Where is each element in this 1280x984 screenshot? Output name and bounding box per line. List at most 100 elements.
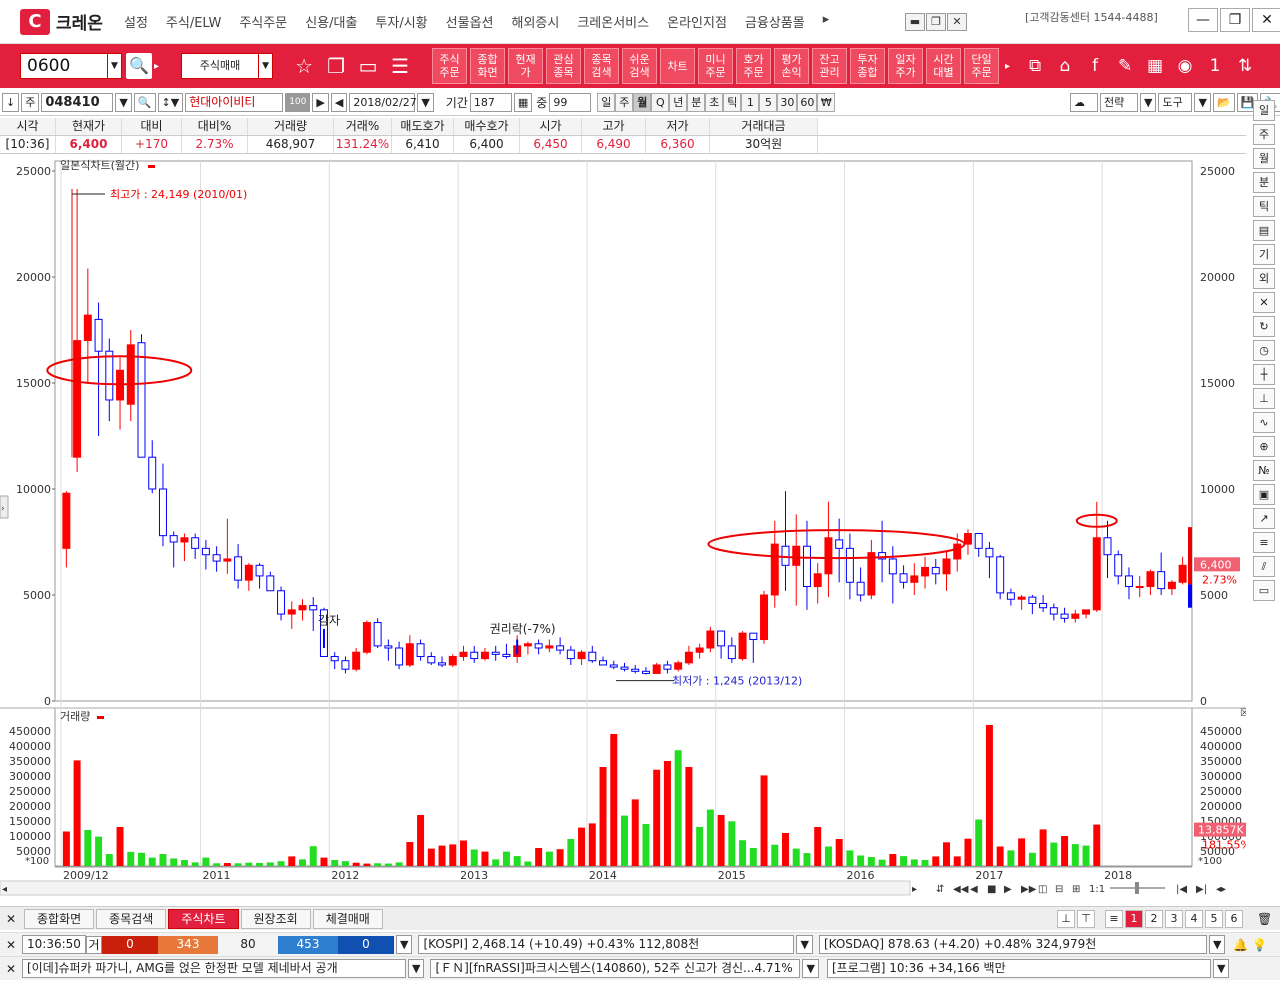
- bulb-icon[interactable]: 💡: [1252, 938, 1267, 952]
- screen-tab-0[interactable]: 종합화면: [24, 908, 95, 929]
- swap-icon[interactable]: ⇅: [1230, 56, 1260, 76]
- workspace-5[interactable]: 6: [1225, 909, 1243, 928]
- quick-button-2[interactable]: 현재 가: [508, 48, 544, 84]
- tool-day-icon[interactable]: 일: [1253, 100, 1275, 121]
- menu-item-4[interactable]: 투자/시황: [375, 12, 427, 31]
- kospi-dropdown-icon[interactable]: ▼: [796, 935, 813, 954]
- program-ticker[interactable]: [프로그램] 10:36 +34,166 백만: [826, 959, 1211, 978]
- code-search-icon[interactable]: 🔍: [133, 93, 156, 112]
- tool-lines-icon[interactable]: ≡: [1253, 532, 1275, 553]
- workspace-1[interactable]: 2: [1145, 909, 1163, 928]
- close-status-icon[interactable]: ✕: [0, 938, 22, 952]
- quick-button-7[interactable]: 미니 주문: [698, 48, 734, 84]
- kosdaq-dropdown-icon[interactable]: ▼: [1208, 935, 1226, 954]
- menu-item-7[interactable]: 크레온서비스: [577, 12, 649, 31]
- screen-tab-1[interactable]: 종목검색: [96, 908, 167, 929]
- close-icon[interactable]: ✕: [947, 13, 967, 31]
- quick-button-4[interactable]: 종목 검색: [584, 48, 620, 84]
- stock-code-input[interactable]: 048410: [41, 93, 114, 112]
- quick-button-0[interactable]: 주식 주문: [432, 48, 468, 84]
- blog-icon[interactable]: ✎: [1110, 56, 1140, 76]
- quick-button-14[interactable]: 단일 주문: [964, 48, 1000, 84]
- tool-minute-icon[interactable]: 분: [1253, 172, 1275, 193]
- prev-icon[interactable]: ◀: [330, 93, 348, 112]
- camera-icon[interactable]: ◉: [1170, 56, 1200, 76]
- strategy-dropdown-icon[interactable]: ▼: [1140, 93, 1157, 112]
- period-button-0[interactable]: 일: [597, 93, 616, 112]
- down-arrow-icon[interactable]: ↓: [2, 93, 20, 112]
- period-button-2[interactable]: 월: [633, 93, 652, 112]
- period-grid-icon[interactable]: ▦: [513, 93, 533, 112]
- tool-foreign-icon[interactable]: 외: [1253, 268, 1275, 289]
- menu-item-6[interactable]: 해외증시: [512, 12, 560, 31]
- close-news-icon[interactable]: ✕: [0, 962, 22, 976]
- one-icon[interactable]: 1: [1200, 56, 1230, 76]
- kospi-ticker[interactable]: [KOSPI] 2,468.14 (+10.49) +0.43% 112,808…: [418, 935, 795, 954]
- period-button-8[interactable]: 1: [741, 93, 760, 112]
- code-dropdown-icon[interactable]: ▼: [115, 93, 132, 112]
- chart-svg[interactable]: 2009/12 2011 2012 2013 2014 2015 2016 2017 2018 2…: [0, 156, 1246, 896]
- quick-button-5[interactable]: 쉬운 검색: [622, 48, 658, 84]
- alarm-icon[interactable]: 🔔: [1233, 938, 1248, 952]
- chart-area[interactable]: 2009/12 2011 2012 2013 2014 2015 2016 2017 2018 2…: [0, 156, 1246, 896]
- favorite-screen-icon[interactable]: ☆: [293, 54, 315, 78]
- news-ticker-2[interactable]: [ＦＮ][fnRASSI]파크시스템스(140860), 52주 신고가 경신.…: [430, 959, 801, 978]
- open-folder-icon[interactable]: 📂: [1212, 93, 1235, 112]
- home-icon[interactable]: ⌂: [1050, 56, 1080, 76]
- menu-item-0[interactable]: 설정: [124, 12, 148, 31]
- tool-bar-icon[interactable]: ⊥: [1253, 388, 1275, 409]
- screen-tab-2[interactable]: 주식차트: [168, 908, 239, 929]
- screen-tab-4[interactable]: 체결매매: [312, 908, 383, 929]
- news-ticker-1[interactable]: [이데]슈퍼카 파가니, AMG를 얹은 한정판 모델 제네바서 공개: [22, 959, 406, 978]
- tools-dropdown-icon[interactable]: ▼: [1194, 93, 1211, 112]
- quick-button-6[interactable]: 차트: [660, 48, 696, 84]
- tab-down-icon[interactable]: ⊤: [1077, 909, 1095, 928]
- workspace-3[interactable]: 4: [1185, 909, 1203, 928]
- quick-button-9[interactable]: 평가 손익: [774, 48, 810, 84]
- maximize-window-icon[interactable]: ❐: [1220, 8, 1250, 32]
- menu-item-5[interactable]: 선물옵션: [446, 12, 494, 31]
- menu-item-9[interactable]: 금융상품몰: [745, 12, 805, 31]
- quick-button-1[interactable]: 종합 화면: [470, 48, 506, 84]
- screen-code-input[interactable]: 0600: [20, 53, 108, 79]
- period-button-4[interactable]: 년: [669, 93, 688, 112]
- menu-item-8[interactable]: 온라인지점: [667, 12, 727, 31]
- tool-arrow-icon[interactable]: ↗: [1253, 508, 1275, 529]
- multi-window-icon[interactable]: ❐: [325, 54, 347, 78]
- monitor-icon[interactable]: ▭: [357, 54, 379, 78]
- tool-wave-icon[interactable]: ∿: [1253, 412, 1275, 433]
- menu-icon[interactable]: ☰: [389, 54, 411, 78]
- kosdaq-ticker[interactable]: [KOSDAQ] 878.63 (+4.20) +0.48% 324,979천: [818, 935, 1207, 954]
- next-icon[interactable]: ▶: [312, 93, 329, 112]
- minimize-icon[interactable]: ▬: [905, 13, 925, 31]
- tool-refresh-icon[interactable]: ↻: [1253, 316, 1275, 337]
- menu-item-10[interactable]: ▸: [823, 12, 830, 31]
- screen-link-icon[interactable]: ⧉: [1020, 56, 1050, 76]
- sort-icon[interactable]: ↕▼: [157, 93, 184, 112]
- tool-draw-icon[interactable]: ⫽: [1253, 556, 1275, 577]
- quick-button-12[interactable]: 일자 주가: [888, 48, 924, 84]
- trade-type-dropdown-icon[interactable]: ▼: [259, 53, 274, 79]
- tool-org-icon[interactable]: 기: [1253, 244, 1275, 265]
- market-prefix[interactable]: 주: [21, 93, 40, 112]
- tool-tick-icon[interactable]: 틱: [1253, 196, 1275, 217]
- menu-item-1[interactable]: 주식/ELW: [166, 12, 221, 31]
- period-button-10[interactable]: 30: [777, 93, 798, 112]
- quick-button-10[interactable]: 잔고 관리: [812, 48, 848, 84]
- period-button-7[interactable]: 틱: [723, 93, 742, 112]
- period-button-3[interactable]: Q: [651, 93, 670, 112]
- trash-icon[interactable]: 🗑: [1257, 912, 1272, 926]
- quick-button-11[interactable]: 투자 종합: [850, 48, 886, 84]
- tool-table-icon[interactable]: ▤: [1253, 220, 1275, 241]
- tool-cross-icon[interactable]: ✕: [1253, 292, 1275, 313]
- search-icon[interactable]: 🔍: [126, 53, 152, 79]
- close-window-icon[interactable]: ✕: [1252, 8, 1280, 32]
- period-button-12[interactable]: ₩: [817, 93, 836, 112]
- workspace-4[interactable]: 5: [1205, 909, 1223, 928]
- restore-icon[interactable]: ❐: [926, 13, 946, 31]
- program-dropdown-icon[interactable]: ▼: [1212, 959, 1230, 978]
- workspace-2[interactable]: 3: [1165, 909, 1183, 928]
- overlap-input[interactable]: 99: [549, 93, 592, 112]
- tool-clock-icon[interactable]: ◷: [1253, 340, 1275, 361]
- grid-icon[interactable]: ▦: [1140, 56, 1170, 76]
